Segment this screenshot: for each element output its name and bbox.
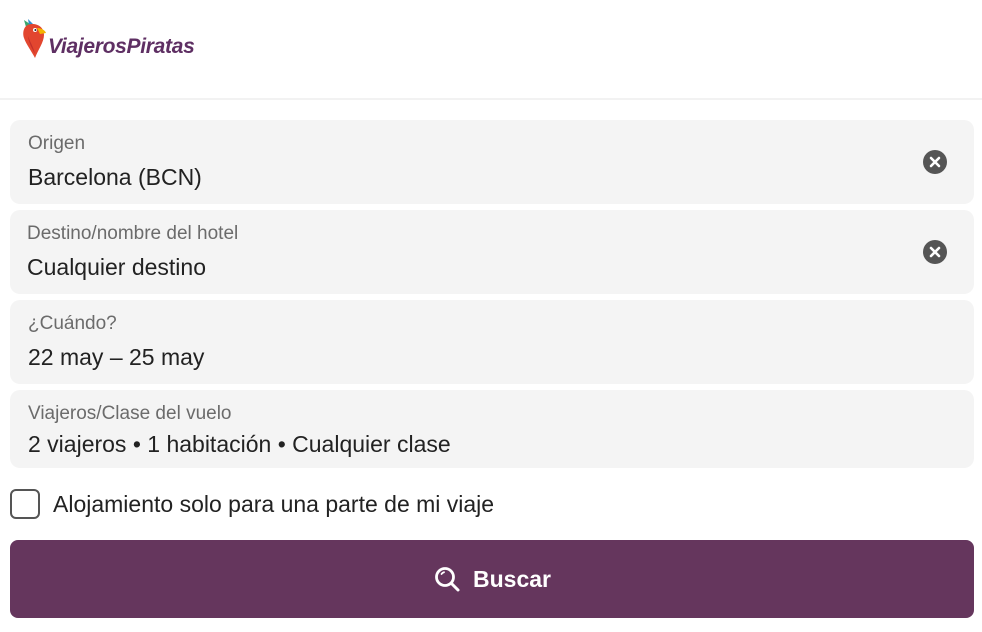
close-circle-icon <box>929 156 941 168</box>
origin-clear-button[interactable] <box>923 150 947 174</box>
travelers-field[interactable]: Viajeros/Clase del vuelo 2 viajeros • 1 … <box>10 390 974 468</box>
search-button-label: Buscar <box>473 565 551 592</box>
origin-field[interactable]: Origen Barcelona (BCN) <box>10 120 974 204</box>
partial-stay-label[interactable]: Alojamiento solo para una parte de mi vi… <box>53 491 494 518</box>
search-button[interactable]: Buscar <box>10 540 974 618</box>
close-circle-icon <box>929 246 941 258</box>
partial-stay-checkbox[interactable] <box>10 489 40 519</box>
parrot-location-pin-icon <box>23 19 46 58</box>
brand-logo[interactable]: ViajerosPiratas <box>20 18 195 60</box>
destination-label: Destino/nombre del hotel <box>27 223 239 244</box>
origin-value[interactable]: Barcelona (BCN) <box>28 164 202 191</box>
travelers-value[interactable]: 2 viajeros • 1 habitación • Cualquier cl… <box>28 431 451 458</box>
travelers-label: Viajeros/Clase del vuelo <box>28 403 232 424</box>
partial-stay-option[interactable]: Alojamiento solo para una parte de mi vi… <box>10 488 494 520</box>
destination-clear-button[interactable] <box>923 240 947 264</box>
dates-label: ¿Cuándo? <box>28 313 117 334</box>
dates-field[interactable]: ¿Cuándo? 22 may – 25 may <box>10 300 974 384</box>
brand-name: ViajerosPiratas <box>48 35 195 58</box>
origin-label: Origen <box>28 133 86 154</box>
header: ViajerosPiratas <box>0 0 982 100</box>
search-icon <box>435 567 460 592</box>
dates-value[interactable]: 22 may – 25 may <box>28 344 204 371</box>
destination-field[interactable]: Destino/nombre del hotel Cualquier desti… <box>10 210 974 294</box>
destination-value[interactable]: Cualquier destino <box>27 254 206 281</box>
